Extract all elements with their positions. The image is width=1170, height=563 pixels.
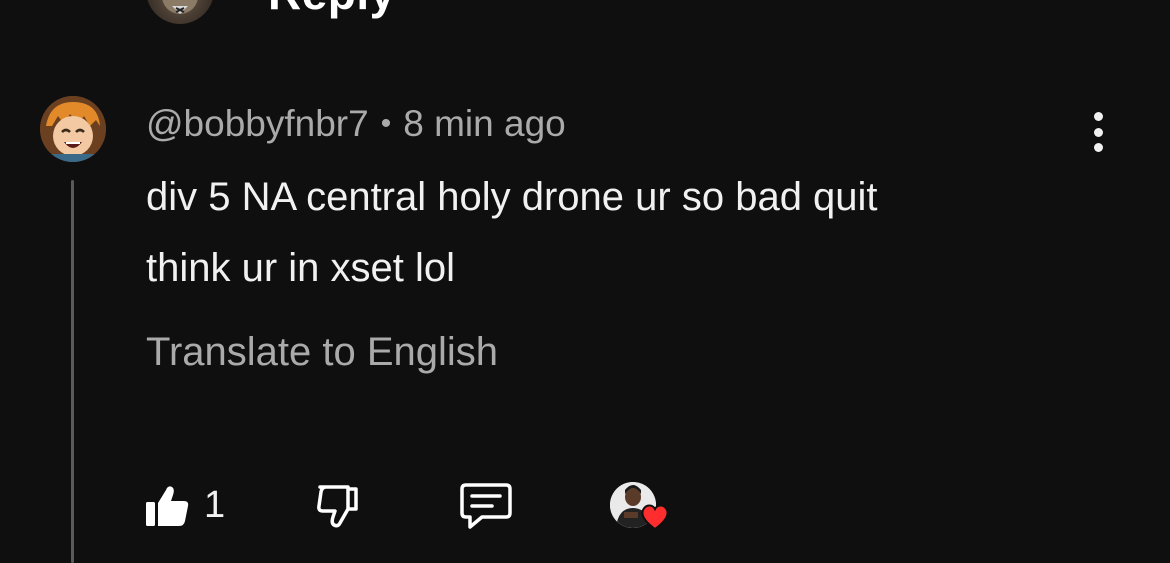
dislike-button[interactable]	[312, 478, 364, 532]
thumbs-up-icon	[146, 486, 189, 526]
comment-actions: 1	[144, 478, 704, 532]
thumbs-down-icon	[317, 485, 358, 528]
more-options-button[interactable]	[1078, 110, 1118, 154]
comment-text: div 5 NA central holy drone ur so bad qu…	[146, 162, 1106, 304]
header-separator: •	[380, 107, 392, 140]
creator-heart	[610, 478, 669, 532]
comment-author[interactable]: @bobbyfnbr7	[146, 103, 369, 145]
thread-line	[71, 180, 74, 563]
commenter-avatar[interactable]	[40, 96, 106, 162]
like-button[interactable]: 1	[144, 478, 225, 532]
previous-commenter-avatar[interactable]	[146, 0, 214, 24]
comment-icon	[460, 483, 512, 529]
reply-button[interactable]	[458, 478, 514, 532]
translate-button[interactable]: Translate to English	[146, 330, 498, 375]
comment-text-line: div 5 NA central holy drone ur so bad qu…	[146, 175, 878, 219]
comment-timestamp: 8 min ago	[403, 103, 566, 144]
like-count: 1	[204, 483, 226, 526]
comment-header: @bobbyfnbr7 • 8 min ago	[146, 102, 566, 146]
heart-icon	[641, 504, 669, 531]
comment-text-line: think ur in xset lol	[146, 246, 456, 290]
previous-reply-label[interactable]: Reply	[268, 0, 396, 20]
more-vertical-icon	[1093, 112, 1103, 121]
